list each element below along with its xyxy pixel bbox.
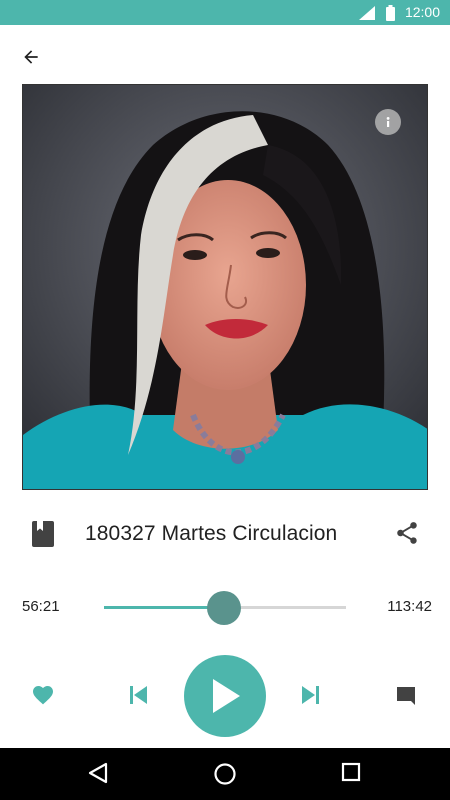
seek-bar-thumb[interactable]: [207, 591, 241, 625]
elapsed-time: 56:21: [22, 598, 60, 615]
play-icon: [213, 679, 240, 713]
heart-icon: [33, 686, 53, 705]
next-button[interactable]: [299, 683, 323, 707]
info-button[interactable]: [375, 109, 401, 135]
play-button[interactable]: [184, 655, 266, 737]
previous-button[interactable]: [126, 683, 150, 707]
track-info-row: 180327 Martes Circulacion: [0, 508, 450, 560]
status-time: 12:00: [404, 4, 440, 20]
signal-icon: [359, 6, 375, 20]
triangle-back-icon[interactable]: [88, 762, 108, 784]
status-bar: 12:00: [0, 0, 450, 25]
book-icon[interactable]: [32, 521, 54, 547]
progress-row: 56:21 113:42: [0, 588, 450, 628]
playback-controls: [0, 655, 450, 737]
track-title: 180327 Martes Circulacion: [85, 522, 338, 545]
seek-bar-progress: [104, 606, 224, 609]
total-time: 113:42: [387, 598, 432, 615]
favorite-button[interactable]: [30, 683, 56, 707]
info-icon: [386, 117, 390, 127]
comment-icon: [397, 687, 415, 705]
comment-button[interactable]: [394, 683, 418, 707]
skip-previous-icon: [130, 686, 147, 704]
back-button[interactable]: [16, 42, 46, 72]
skip-next-icon: [302, 686, 319, 704]
arrow-left-icon: [24, 50, 38, 64]
square-recents-icon[interactable]: [341, 762, 361, 782]
seek-bar[interactable]: [104, 591, 346, 625]
share-button[interactable]: [394, 520, 420, 551]
battery-icon: [386, 5, 395, 21]
system-nav-bar: [0, 748, 450, 800]
share-icon: [397, 522, 417, 544]
circle-home-icon[interactable]: [213, 762, 237, 786]
portrait-image: [23, 85, 427, 489]
album-artwork: [22, 84, 428, 490]
